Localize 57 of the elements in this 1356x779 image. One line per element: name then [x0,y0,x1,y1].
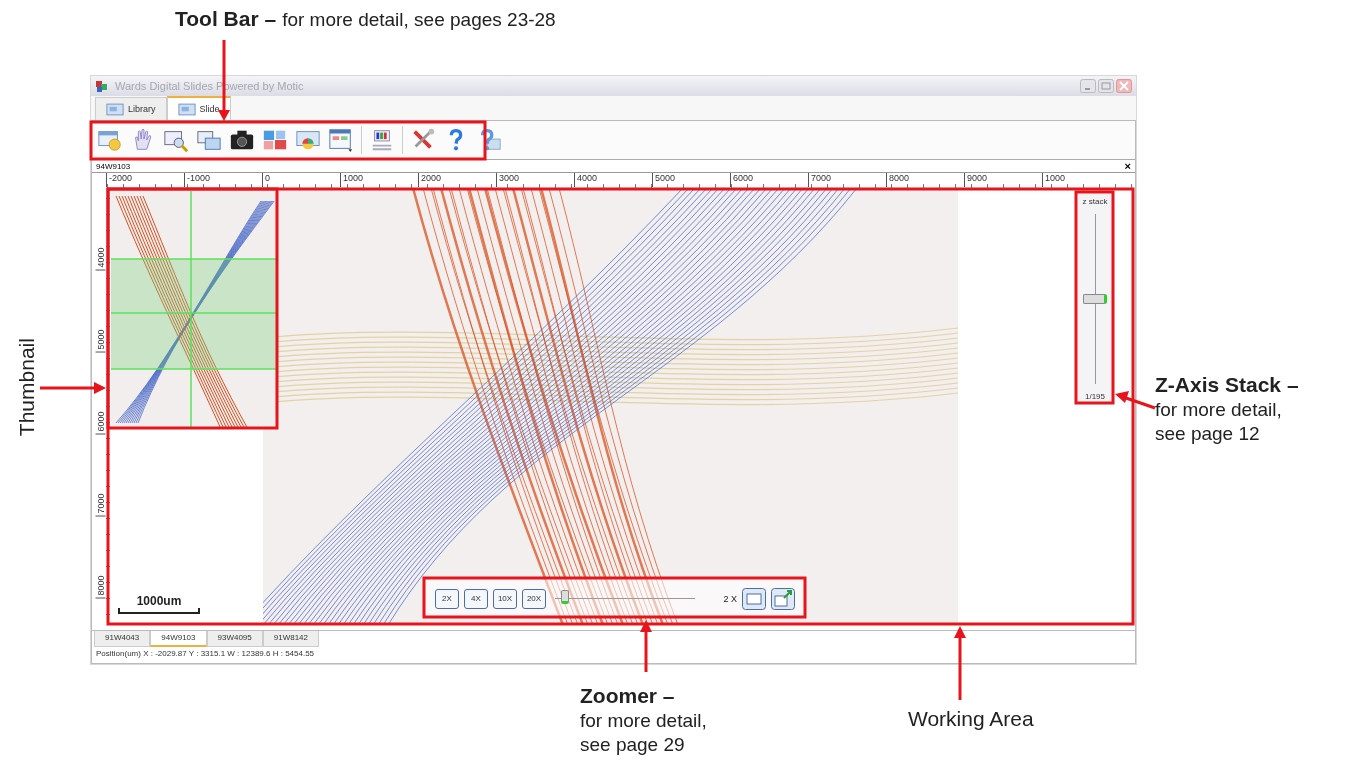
zoom-preset-button[interactable]: 4X [464,588,488,609]
ruler-label: 7000 [808,173,886,187]
ruler-label: 8000 [96,575,106,599]
ruler-label: 6000 [96,411,106,435]
ruler-label: 3000 [496,173,574,187]
zoom-preset-button[interactable]: 2X [435,588,459,609]
callout-title: Thumbnail [13,337,39,439]
ruler-label: 8000 [886,173,964,187]
tab[interactable]: Slide [166,96,231,120]
zoom-preset-button[interactable]: 10X [493,588,517,609]
ruler-label: 0 [262,173,340,187]
callout-text: for more detail, see pages 23-28 [282,8,556,32]
slider-thumb[interactable] [1083,294,1107,304]
app-icon [95,79,109,93]
callout-text: for more detail, see page 12 [1155,398,1283,446]
ruler-label: 5000 [96,329,106,353]
callout-title: Z-Axis Stack – [1155,372,1300,398]
callout-title: Tool Bar – [175,6,277,32]
minimize-icon[interactable] [1080,79,1096,93]
slide-name: 94W9103 [96,161,131,171]
ruler-label: 4000 [96,247,106,271]
status-text: Position(um) X : -2029.87 Y : 3315.1 W : 12389.6 H : 5454.55 [95,648,316,660]
ruler-label: -1000 [184,173,262,187]
callout-title: Zoomer – [580,683,676,709]
callout-title: Working Area [908,706,1034,732]
document-tab[interactable]: 93W4095 [206,631,263,647]
ruler-label: 1000 [340,173,418,187]
z-stack-reading: 1/195 [1085,392,1105,401]
close-icon[interactable] [1116,79,1132,93]
ruler-label: 7000 [96,493,106,517]
close-slide-button[interactable]: × [1124,160,1131,172]
window-icon [177,102,196,116]
ruler-label: 6000 [730,173,808,187]
layout-dropdown-icon[interactable] [328,127,354,153]
fullscreen-icon[interactable] [771,587,795,610]
ruler-label: 4000 [574,173,652,187]
scale-label: 1000um [136,594,182,608]
callout-arrow [1115,391,1156,410]
zoom-preset-button[interactable]: 20X [522,588,546,609]
ruler-label: 1000 [1042,173,1120,187]
ruler-label: 2000 [418,173,496,187]
window-icon [106,102,124,116]
document-tab[interactable]: 91W4043 [94,631,151,647]
ruler-label: -2000 [106,173,184,187]
fit-icon[interactable] [742,587,766,610]
zoom-reading: 2 X [723,593,737,604]
document-tab[interactable]: 91W8142 [262,631,319,647]
slider-thumb[interactable] [560,589,569,604]
z-stack-title: z stack [1082,197,1108,206]
ruler-label: 5000 [652,173,730,187]
ruler-label: 9000 [964,173,1042,187]
tab[interactable]: Library [95,97,167,120]
scale-line-icon [118,608,200,614]
callout-text: for more detail, see page 29 [580,709,708,757]
callout-arrow [40,382,106,394]
document-tab[interactable]: 94W9103 [150,631,207,647]
callout-arrow [640,620,652,672]
